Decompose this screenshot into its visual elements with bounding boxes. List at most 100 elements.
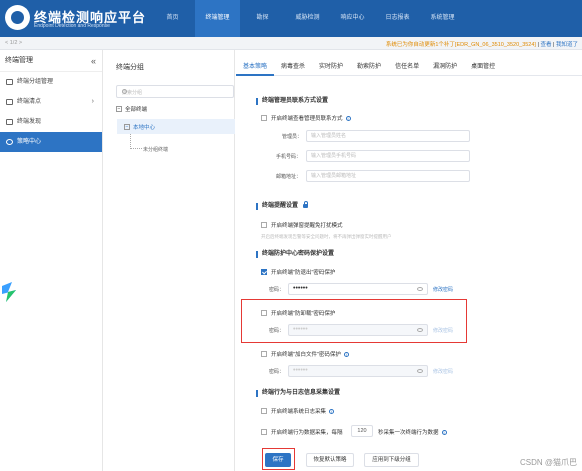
highlight-box-save [262, 448, 295, 470]
admin-name-input[interactable]: 输入管理员姓名 [306, 130, 470, 142]
brand-subtitle: Endpoint Detection and Response [34, 23, 110, 29]
nav-explore[interactable]: 勘探 [240, 0, 285, 37]
notice-bar: < 1/2 > 系统已为你自动更新1个补丁[EDR_GN_06_3510_352… [0, 37, 582, 50]
collapse-tree-icon[interactable]: − [124, 124, 130, 130]
info-icon[interactable]: i [345, 115, 351, 121]
toggle-admin-contact[interactable]: 开启终端查看管理员联系方式 i [261, 114, 351, 122]
group-panel-title: 终端分组 [116, 64, 144, 71]
apply-to-subgroups-button[interactable]: 应用到下级分组 [364, 453, 419, 467]
admin-phone-input[interactable]: 输入管理员手机号码 [306, 150, 470, 162]
toggle-label: 开启终端"防退出"密码保护 [271, 270, 336, 276]
tree-connector [130, 134, 142, 149]
info-icon[interactable]: i [329, 408, 335, 414]
section-reminder: 终端提醒设置 [256, 201, 308, 210]
toggle-do-not-disturb[interactable]: 开启终端弹窗提醒免打扰模式 [261, 221, 343, 229]
top-header: 终端检测响应平台 Endpoint Detection and Response… [0, 0, 582, 37]
notice-view-link[interactable]: 查看 [540, 42, 551, 48]
toggle-label: 开启终端查看管理员联系方式 [271, 116, 343, 122]
lock-icon [302, 201, 308, 208]
tree-node-all-endpoints[interactable]: − 全部终端 [116, 105, 147, 113]
exit-password-change-link[interactable]: 修改密码 [433, 286, 453, 293]
admin-phone-label: 手机号码： [276, 154, 302, 160]
watermark: CSDN @猫爪巴 [519, 458, 577, 467]
monitor-icon [6, 79, 13, 85]
whitelist-password-label: 密码： [269, 369, 285, 375]
tree-node-ungrouped[interactable]: 未分组终端 [143, 146, 168, 153]
toggle-behavior-data[interactable]: 开启终端行为数据采集，每隔 [261, 428, 343, 436]
monitor-icon [6, 99, 13, 105]
do-not-disturb-checkbox[interactable] [261, 222, 267, 228]
policy-main: 基本策略 病毒查杀 实时防护 勒索防护 信任名单 漏洞防护 桌面管控 终端管理员… [236, 50, 582, 471]
whitelist-password-input: •••••• [288, 365, 428, 377]
sidebar-item-endpoint-inventory[interactable]: 终端清点 › [0, 92, 102, 112]
toggle-label: 秒采集一次终端行为数据 [378, 430, 439, 436]
admin-name-label: 管理员： [282, 134, 303, 140]
notice-message: 系统已为你自动更新1个补丁[EDR_GN_06_3510_3520_3524] [385, 42, 536, 48]
restore-default-button[interactable]: 恢复默认策略 [306, 453, 354, 467]
sidebar-item-group-management[interactable]: 终端分组管理 [0, 72, 102, 92]
nav-response-center[interactable]: 响应中心 [330, 0, 375, 37]
reminder-hint: 开启后终端发现告警等安全问题时，将不再弹出弹窗实时提醒用户 [261, 234, 392, 239]
nav-log-reports[interactable]: 日志报表 [375, 0, 420, 37]
exit-password-input[interactable]: •••••• [288, 283, 428, 295]
policy-icon [6, 139, 13, 145]
tab-virus-scan[interactable]: 病毒查杀 [274, 60, 312, 76]
highlight-box [241, 299, 467, 343]
sidebar-item-label: 策略中心 [17, 139, 42, 145]
tab-realtime-protection[interactable]: 实时防护 [312, 60, 350, 76]
info-icon[interactable]: i [343, 351, 349, 357]
toggle-label: 开启终端行为数据采集，每隔 [271, 430, 343, 436]
system-log-checkbox[interactable] [261, 408, 267, 414]
toggle-label: 开启终端弹窗提醒免打扰模式 [271, 223, 343, 229]
password-value: •••••• [293, 367, 308, 374]
tab-desktop-control[interactable]: 桌面管控 [464, 60, 502, 76]
notice-dismiss-link[interactable]: 我知道了 [556, 42, 578, 48]
toggle-exit-password[interactable]: 开启终端"防退出"密码保护 [261, 268, 335, 276]
nav-system-management[interactable]: 系统管理 [420, 0, 465, 37]
section-password: 终端防护中心密码保护设置 [256, 251, 334, 258]
eye-icon[interactable] [417, 287, 423, 291]
behavior-data-checkbox[interactable] [261, 429, 267, 435]
notice-pager[interactable]: < 1/2 > [5, 40, 22, 46]
tab-trust-list[interactable]: 信任名单 [388, 60, 426, 76]
tab-vulnerability-protection[interactable]: 漏洞防护 [426, 60, 464, 76]
nav-endpoint-management[interactable]: 终端管理 [195, 0, 240, 37]
section-title: 终端提醒设置 [262, 203, 299, 209]
password-value: •••••• [293, 285, 308, 292]
exit-password-checkbox[interactable] [261, 269, 267, 275]
admin-email-input[interactable]: 输入管理员邮箱地址 [306, 170, 470, 182]
group-search-input[interactable]: 搜索分组 [116, 85, 234, 98]
chevron-right-icon: › [91, 98, 94, 105]
group-panel: 终端分组 搜索分组 − 全部终端 [104, 50, 235, 471]
section-admin-contact: 终端管理员联系方式设置 [256, 98, 328, 105]
logo [5, 5, 30, 30]
floating-logo-icon[interactable] [2, 282, 16, 302]
policy-tabs: 基本策略 病毒查杀 实时防护 勒索防护 信任名单 漏洞防护 桌面管控 [236, 60, 582, 76]
exit-password-label: 密码： [269, 287, 285, 293]
collection-interval-input[interactable]: 120 [351, 425, 373, 437]
sidebar-item-endpoint-discovery[interactable]: 终端发现 [0, 112, 102, 132]
sidebar-item-label: 终端清点 [17, 99, 42, 105]
collapse-icon[interactable]: « [91, 50, 96, 72]
tab-ransomware-protection[interactable]: 勒索防护 [350, 60, 388, 76]
whitelist-password-checkbox[interactable] [261, 351, 267, 357]
toggle-whitelist-password[interactable]: 开启终端"加白文件"密码保护 i [261, 350, 349, 358]
sidebar-header: 终端管理 « [0, 50, 102, 72]
whitelist-password-change-link: 修改密码 [433, 369, 454, 375]
tree-node-local-center[interactable]: − 本地中心 [124, 123, 155, 131]
search-icon[interactable] [122, 89, 127, 94]
toggle-system-log[interactable]: 开启终端系统日志采集 i [261, 407, 335, 415]
nav-home[interactable]: 首页 [150, 0, 195, 37]
tab-basic-policy[interactable]: 基本策略 [236, 60, 275, 76]
nav-threat-detection[interactable]: 威胁检测 [285, 0, 330, 37]
section-log-collection: 终端行为与日志信息采集设置 [256, 390, 340, 397]
collapse-tree-icon[interactable]: − [116, 106, 122, 112]
sidebar-item-label: 终端分组管理 [17, 79, 54, 85]
main-nav: 首页 终端管理 勘探 威胁检测 响应中心 日志报表 系统管理 [150, 0, 465, 37]
sidebar-item-label: 终端发现 [17, 119, 42, 125]
info-icon[interactable]: i [441, 429, 447, 435]
sidebar-item-policy-center[interactable]: 策略中心 [0, 132, 102, 152]
admin-contact-checkbox[interactable] [261, 115, 267, 121]
toggle-label: 开启终端"加白文件"密码保护 [271, 352, 341, 358]
sidebar-title: 终端管理 [5, 57, 33, 64]
